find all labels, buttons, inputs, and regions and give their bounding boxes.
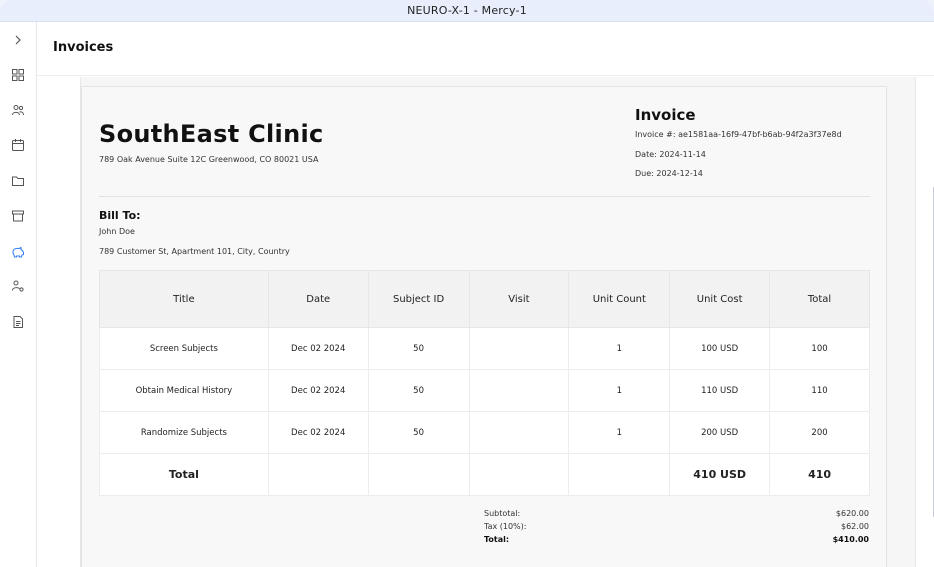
cell-title: Randomize Subjects	[99, 411, 269, 454]
users-icon[interactable]	[9, 101, 27, 119]
cell-visit	[468, 327, 570, 370]
cell-unit-cost: 110 USD	[669, 369, 771, 412]
archive-icon[interactable]	[9, 207, 27, 225]
calendar-icon[interactable]	[9, 136, 27, 154]
cell-unit-count: 1	[568, 411, 671, 454]
cell-total: 110	[769, 369, 870, 412]
cell-date	[267, 453, 369, 496]
cell-subject-id: 50	[367, 327, 470, 370]
column-header-visit: Visit	[468, 270, 570, 328]
total-unit-cost: 410 USD	[669, 453, 771, 496]
table-row: Randomize Subjects Dec 02 2024 50 1 200 …	[99, 411, 870, 454]
cell-subject-id: 50	[367, 411, 470, 454]
app-window: NEURO-X-1 - Mercy-1 Invoices SouthEast C…	[0, 0, 934, 567]
cell-unit-cost: 100 USD	[669, 327, 771, 370]
invoice-card: SouthEast Clinic 789 Oak Avenue Suite 12…	[81, 86, 887, 567]
cell-date: Dec 02 2024	[267, 411, 369, 454]
document-icon[interactable]	[9, 313, 27, 331]
cell-unit-count: 1	[568, 369, 671, 412]
table-header-row: Title Date Subject ID Visit Unit Count U…	[99, 270, 870, 328]
column-header-date: Date	[267, 270, 369, 328]
title-bar: NEURO-X-1 - Mercy-1	[0, 0, 934, 22]
bill-to-address: 789 Customer St, Apartment 101, City, Co…	[99, 247, 290, 256]
piggy-bank-icon[interactable]	[9, 243, 27, 261]
column-header-unit-count: Unit Count	[568, 270, 671, 328]
cell-date: Dec 02 2024	[267, 327, 369, 370]
chevron-right-icon[interactable]	[9, 31, 27, 49]
invoice-number: Invoice #: ae1581aa-16f9-47bf-b6ab-94f2a…	[635, 130, 842, 139]
user-settings-icon[interactable]	[9, 277, 27, 295]
column-header-unit-cost: Unit Cost	[669, 270, 771, 328]
tax-label: Tax (10%):	[484, 522, 527, 531]
column-header-subject-id: Subject ID	[367, 270, 470, 328]
page-title: Invoices	[53, 40, 114, 55]
cell-total: 200	[769, 411, 870, 454]
table-row: Obtain Medical History Dec 02 2024 50 1 …	[99, 369, 870, 412]
bill-to-name: John Doe	[99, 227, 135, 236]
invoice-heading: Invoice	[635, 106, 696, 124]
scroll-area[interactable]: SouthEast Clinic 789 Oak Avenue Suite 12…	[37, 77, 934, 567]
window-title: NEURO-X-1 - Mercy-1	[407, 4, 527, 17]
total-label-summary: Total:	[484, 535, 510, 544]
header-divider	[99, 196, 870, 197]
scrollbar[interactable]	[915, 77, 934, 567]
cell-title: Obtain Medical History	[99, 369, 269, 412]
page-header: Invoices	[37, 22, 934, 76]
cell-total: 100	[769, 327, 870, 370]
cell-unit-cost: 200 USD	[669, 411, 771, 454]
subtotal-value: $620.00	[835, 509, 869, 518]
bill-to-label: Bill To:	[99, 209, 141, 222]
folder-icon[interactable]	[9, 172, 27, 190]
cell-date: Dec 02 2024	[267, 369, 369, 412]
dashboard-icon[interactable]	[9, 66, 27, 84]
tax-value: $62.00	[841, 522, 869, 531]
cell-unit-count: 1	[568, 327, 671, 370]
left-gutter	[37, 77, 81, 567]
main-content: Invoices SouthEast Clinic 789 Oak Avenue…	[37, 22, 934, 567]
cell-visit	[468, 369, 570, 412]
clinic-name: SouthEast Clinic	[99, 120, 324, 148]
total-value-summary: $410.00	[832, 535, 869, 544]
invoice-items-table: Title Date Subject ID Visit Unit Count U…	[99, 270, 870, 496]
clinic-address: 789 Oak Avenue Suite 12C Greenwood, CO 8…	[99, 155, 319, 164]
total-amount: 410	[769, 453, 870, 496]
table-total-row: Total 410 USD 410	[99, 453, 870, 496]
cell-unit-count	[568, 453, 671, 496]
invoice-due-date: Due: 2024-12-14	[635, 169, 703, 178]
cell-visit	[468, 453, 570, 496]
column-header-total: Total	[769, 270, 870, 328]
subtotal-label: Subtotal:	[484, 509, 521, 518]
cell-visit	[468, 411, 570, 454]
cell-title: Screen Subjects	[99, 327, 269, 370]
invoice-date: Date: 2024-11-14	[635, 150, 706, 159]
column-header-title: Title	[99, 270, 269, 328]
table-row: Screen Subjects Dec 02 2024 50 1 100 USD…	[99, 327, 870, 370]
total-label: Total	[99, 453, 269, 496]
cell-subject-id	[367, 453, 470, 496]
cell-subject-id: 50	[367, 369, 470, 412]
sidebar	[0, 22, 37, 567]
